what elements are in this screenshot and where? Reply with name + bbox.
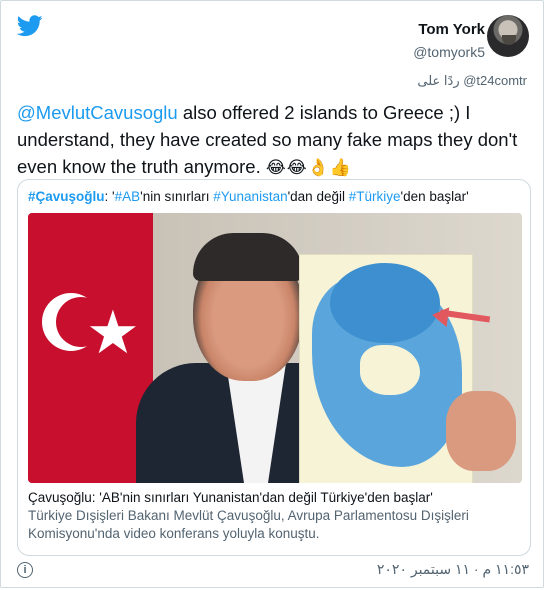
- map-paper: [300, 255, 491, 483]
- link-preview-card[interactable]: #Çavuşoğlu: '#AB'nin sınırları #Yunanist…: [17, 179, 531, 556]
- twitter-bird-icon[interactable]: [17, 15, 43, 37]
- person-hand: [446, 391, 516, 471]
- tweet-card: Tom York @tomyork5 ردًا على @t24comtr @M…: [0, 0, 544, 588]
- hashtag-link[interactable]: #AB: [115, 189, 141, 204]
- tweet-emojis: 😂😂👌👍: [265, 158, 352, 177]
- flag-star-icon: ★: [86, 299, 140, 366]
- info-icon[interactable]: i: [17, 562, 33, 578]
- hashtag-link[interactable]: #Çavuşoğlu: [28, 189, 105, 204]
- hashtag-link[interactable]: #Türkiye: [349, 189, 401, 204]
- link-card-caption[interactable]: Çavuşoğlu: 'AB'nin sınırları Yunanistan'…: [28, 489, 522, 543]
- hashtag-link[interactable]: #Yunanistan: [213, 189, 287, 204]
- link-card-title[interactable]: Çavuşoğlu: 'AB'nin sınırları Yunanistan'…: [28, 489, 522, 507]
- map-sea-north: [330, 263, 440, 343]
- tweet-mention-link[interactable]: @MevlutCavusoglu: [17, 102, 178, 123]
- avatar[interactable]: [487, 15, 529, 57]
- author-handle[interactable]: @tomyork5: [413, 43, 485, 61]
- link-card-description: Türkiye Dışişleri Bakanı Mevlüt Çavuşoğl…: [28, 508, 469, 541]
- author-block[interactable]: Tom York @tomyork5: [413, 21, 485, 61]
- map-island: [360, 345, 420, 395]
- tweet-timestamp[interactable]: ١١:٥٣ م · ١١ سبتمبر ٢٠٢٠: [377, 561, 529, 578]
- turkish-flag: ★: [28, 213, 153, 483]
- map-arrow-head: [430, 304, 450, 328]
- reply-to-line[interactable]: ردًا على @t24comtr: [417, 73, 527, 89]
- author-name[interactable]: Tom York: [413, 21, 485, 39]
- link-card-header: #Çavuşoğlu: '#AB'nin sınırları #Yunanist…: [28, 189, 469, 204]
- link-card-header-text: 'dan değil: [287, 189, 349, 204]
- link-card-header-text: 'den başlar': [400, 189, 469, 204]
- avatar-beard: [502, 35, 516, 45]
- person-hair: [193, 233, 303, 281]
- link-card-header-text: : ': [104, 189, 115, 204]
- link-card-image[interactable]: ★: [28, 213, 522, 483]
- tweet-text: @MevlutCavusoglu also offered 2 islands …: [17, 99, 529, 181]
- link-card-header-text: 'nin sınırları: [140, 189, 214, 204]
